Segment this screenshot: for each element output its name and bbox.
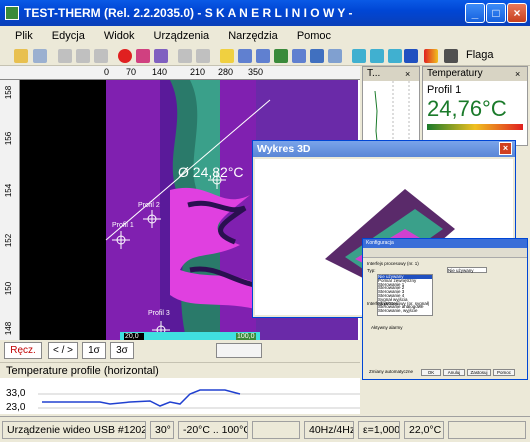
stop-icon[interactable] bbox=[94, 49, 108, 63]
save-icon[interactable] bbox=[33, 49, 47, 63]
palette-icon[interactable] bbox=[424, 49, 438, 63]
grid-icon[interactable] bbox=[178, 49, 192, 63]
status-angle: 30° bbox=[150, 421, 174, 439]
open-icon[interactable] bbox=[14, 49, 28, 63]
tools-icon[interactable] bbox=[444, 49, 458, 63]
menu-urzadzenia[interactable]: Urządzenia bbox=[147, 26, 217, 46]
profile-label-3: Profil 3 bbox=[148, 310, 170, 317]
top-ruler: 0 70 140 210 280 350 bbox=[0, 66, 360, 80]
status-range: -20°C .. 100°C bbox=[178, 421, 248, 439]
status-empty bbox=[448, 421, 526, 439]
pause-icon[interactable] bbox=[76, 49, 90, 63]
camera-icon[interactable] bbox=[136, 49, 150, 63]
profile-temperature-value: 24,76°C bbox=[427, 96, 507, 121]
split-icon[interactable] bbox=[196, 49, 210, 63]
window-title: TEST-THERM (Rel. 2.2.2035.0) - S K A N E… bbox=[24, 6, 353, 20]
toolbar: Flaga bbox=[0, 46, 530, 66]
menu-edycja[interactable]: Edycja bbox=[45, 26, 92, 46]
temperatury-header: Temperatury × bbox=[423, 67, 527, 81]
close-icon[interactable]: × bbox=[499, 142, 512, 155]
menu-narzedzia[interactable]: Narzędzia bbox=[221, 26, 285, 46]
scan-icon[interactable] bbox=[328, 49, 342, 63]
temp-profile-chart: 33,0 23,0 bbox=[0, 378, 360, 414]
zone-icon[interactable] bbox=[370, 49, 384, 63]
status-emissivity: ε=1,000 bbox=[358, 421, 400, 439]
menu-pomoc[interactable]: Pomoc bbox=[290, 26, 338, 46]
status-bar: Urządzenie wideo USB #12020054 30° -20°C… bbox=[0, 416, 530, 442]
scale-max-label: 100,0 bbox=[237, 333, 255, 340]
menu-bar: Plik Edycja Widok Urządzenia Narzędzia P… bbox=[0, 26, 530, 46]
left-ruler bbox=[0, 80, 20, 346]
close-icon[interactable]: × bbox=[515, 67, 520, 81]
measure-icon[interactable] bbox=[310, 49, 324, 63]
maximize-button[interactable]: □ bbox=[486, 3, 506, 23]
temp-profile-title: Temperature profile (horizontal) bbox=[0, 362, 360, 378]
menu-widok[interactable]: Widok bbox=[97, 26, 142, 46]
profile-icon[interactable] bbox=[292, 49, 306, 63]
profile-label-2: Profil 2 bbox=[138, 202, 160, 209]
config-tabs bbox=[363, 248, 527, 258]
minimize-button[interactable]: _ bbox=[465, 3, 485, 23]
chart-area-icon[interactable] bbox=[256, 49, 270, 63]
range-slider[interactable] bbox=[216, 343, 262, 358]
window-3d-header: Wykres 3D × bbox=[253, 141, 515, 157]
title-bar: TEST-THERM (Rel. 2.2.2035.0) - S K A N E… bbox=[0, 0, 530, 26]
chart-bars-icon[interactable] bbox=[220, 49, 234, 63]
record-icon[interactable] bbox=[118, 49, 132, 63]
profile-name: Profil 1 bbox=[427, 84, 462, 96]
type-list[interactable]: Nie używany Pomiar zewnętrzny Sterowanie… bbox=[377, 274, 433, 316]
type-label: Typ: bbox=[367, 268, 376, 273]
ok-button[interactable]: OK bbox=[421, 369, 441, 376]
status-blank bbox=[252, 421, 300, 439]
three-sigma-button[interactable]: 3σ bbox=[110, 342, 134, 359]
checkbox-alarm[interactable]: Aktywny alarmy bbox=[371, 325, 403, 330]
status-device: Urządzenie wideo USB #12020054 bbox=[2, 421, 146, 439]
menu-plik[interactable]: Plik bbox=[8, 26, 40, 46]
help-button[interactable]: Pomoc bbox=[493, 369, 515, 376]
config-section-1: Interfejs procesowy (nr. 1) bbox=[367, 261, 419, 266]
apply-button[interactable]: Zastosuj bbox=[467, 369, 491, 376]
left-right-button[interactable]: < / > bbox=[48, 342, 78, 359]
play-icon[interactable] bbox=[58, 49, 72, 63]
chart-line-icon[interactable] bbox=[238, 49, 252, 63]
close-icon[interactable]: × bbox=[405, 67, 410, 81]
temperature-gauge bbox=[427, 124, 523, 130]
settings-icon[interactable] bbox=[404, 49, 418, 63]
range-button-row: Ręcz. < / > 1σ 3σ bbox=[0, 340, 360, 362]
flaga-label[interactable]: Flaga bbox=[466, 49, 494, 61]
snapshot-icon[interactable] bbox=[154, 49, 168, 63]
chart-3d-icon[interactable] bbox=[274, 49, 288, 63]
scale-min-label: 20,0 bbox=[125, 333, 139, 340]
cancel-button[interactable]: Anuluj bbox=[443, 369, 465, 376]
table-icon[interactable] bbox=[388, 49, 402, 63]
checkbox-auto[interactable]: Zmiany automatyczne bbox=[369, 369, 413, 374]
type-select[interactable]: Nie używany bbox=[447, 267, 487, 273]
area-icon[interactable] bbox=[352, 49, 366, 63]
config-dialog-header: Konfiguracja bbox=[363, 239, 527, 248]
app-icon bbox=[5, 6, 19, 20]
config-dialog[interactable]: Konfiguracja Interfejs procesowy (nr. 1)… bbox=[362, 238, 528, 380]
profile-label-1: Profil 1 bbox=[112, 222, 134, 229]
temperature-reading: Ø 24,82°C bbox=[178, 164, 244, 180]
close-button[interactable]: × bbox=[507, 3, 527, 23]
t-panel-header: T... × bbox=[363, 67, 419, 81]
config-section-2: Interfejs procesowy (nr. sygnał) bbox=[367, 301, 430, 306]
temperatury-panel: Temperatury × Profil 1 24,76°C bbox=[422, 66, 528, 146]
status-ambient: 22,0°C bbox=[404, 421, 444, 439]
manual-button[interactable]: Ręcz. bbox=[4, 342, 42, 359]
status-frequency: 40Hz/4Hz bbox=[304, 421, 354, 439]
one-sigma-button[interactable]: 1σ bbox=[82, 342, 106, 359]
